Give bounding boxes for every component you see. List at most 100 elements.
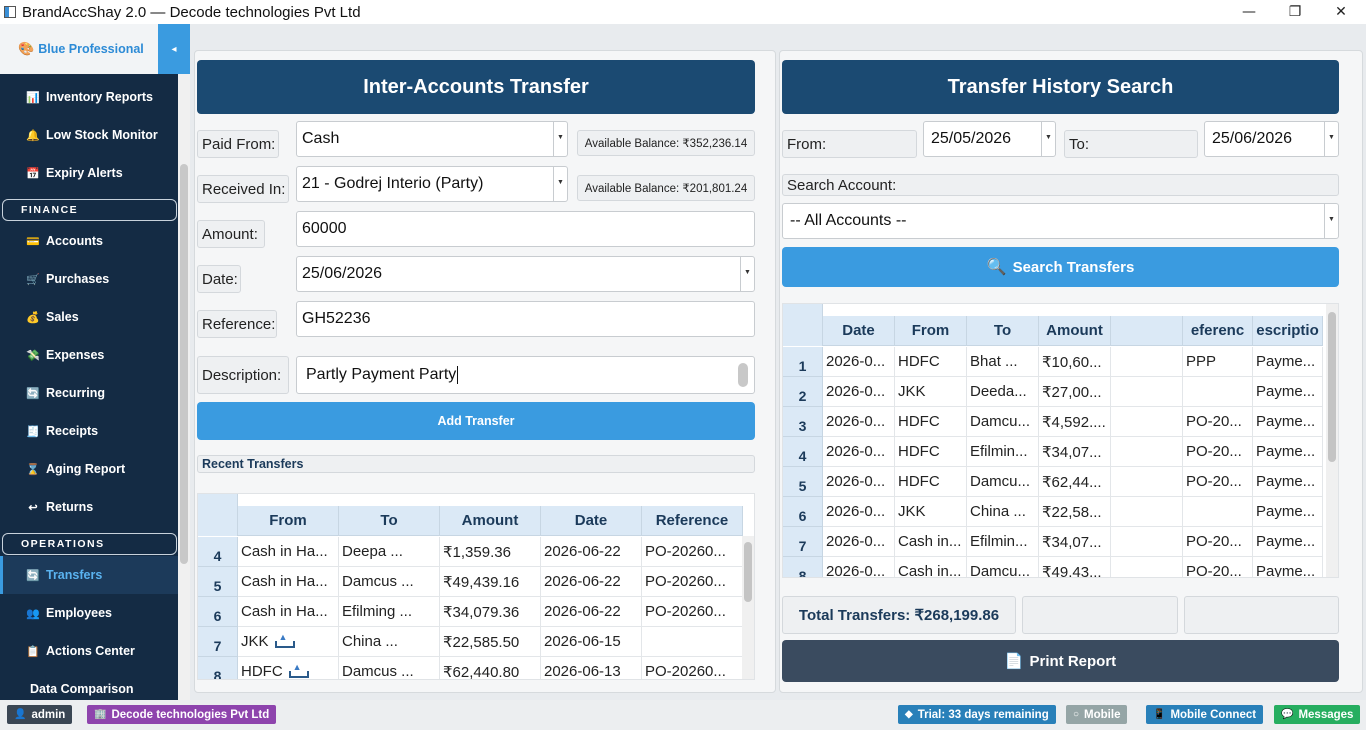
description-input[interactable]: Partly Payment Party — [296, 356, 755, 394]
date-picker[interactable]: 25/06/2026 ▼ — [296, 256, 755, 292]
table-row[interactable]: 2 2026-0... JKK Deeda... ₹27,00... Payme… — [783, 377, 1323, 407]
cell-date: 2026-0... — [823, 557, 895, 577]
sidebar-item-actions-center[interactable]: 📋 Actions Center — [0, 632, 178, 670]
column-header-date[interactable]: Date — [823, 316, 895, 345]
minimize-button[interactable]: — — [1226, 0, 1272, 24]
column-header-amount[interactable]: Amount — [440, 506, 541, 535]
phone-icon: 📱 — [1153, 709, 1166, 720]
chevron-down-icon[interactable]: ▼ — [740, 257, 754, 291]
chevron-down-icon[interactable]: ▼ — [1324, 204, 1338, 238]
cell-from: Cash in... — [895, 527, 967, 557]
history-to-date[interactable]: 25/06/2026 ▼ — [1204, 121, 1339, 157]
column-header-date[interactable]: Date — [541, 506, 642, 535]
cell-amount: ₹22,58... — [1039, 497, 1111, 527]
cell-date: 2026-0... — [823, 497, 895, 527]
sidebar-scrollbar[interactable] — [178, 74, 190, 700]
table-row[interactable]: 5 2026-0... HDFC Damcu... ₹62,44... PO-2… — [783, 467, 1323, 497]
account-select[interactable]: -- All Accounts -- ▼ — [782, 203, 1339, 239]
cell-blank — [1111, 527, 1183, 557]
received-in-select[interactable]: 21 - Godrej Interio (Party) ▼ — [296, 166, 568, 202]
row-number: 3 — [783, 407, 823, 437]
sidebar-item-sales[interactable]: 💰 Sales — [0, 298, 178, 336]
cell-amount: ₹34,079.36 — [440, 597, 541, 627]
column-header-to[interactable]: To — [339, 506, 440, 535]
sidebar-item-accounts[interactable]: 💳 Accounts — [0, 222, 178, 260]
sidebar-item-employees[interactable]: 👥 Employees — [0, 594, 178, 632]
history-table-scrollbar[interactable] — [1326, 304, 1338, 577]
sidebar-item-returns[interactable]: ↩ Returns — [0, 488, 178, 526]
table-row[interactable]: 5 Cash in Ha... Damcus ... ₹49,439.16 20… — [198, 567, 743, 597]
messages-text: Messages — [1298, 708, 1354, 721]
table-row[interactable]: 6 2026-0... JKK China ... ₹22,58... Paym… — [783, 497, 1323, 527]
table-row[interactable]: 3 2026-0... HDFC Damcu... ₹4,592.... PO-… — [783, 407, 1323, 437]
messages-chip[interactable]: 💬 Messages — [1274, 705, 1361, 724]
column-header-reference[interactable]: eferenc — [1183, 316, 1253, 345]
sidebar-item-label: Receipts — [46, 424, 99, 438]
mobile-chip[interactable]: ○ Mobile — [1066, 705, 1128, 724]
sidebar-item-expiry-alerts[interactable]: 📅 Expiry Alerts — [0, 154, 178, 192]
sidebar-scroll-thumb[interactable] — [180, 164, 188, 564]
user-chip[interactable]: 👤 admin — [7, 705, 73, 724]
sidebar-item-inventory-reports[interactable]: 📊 Inventory Reports — [0, 78, 178, 116]
recent-table-scrollbar[interactable] — [742, 536, 754, 679]
print-report-button[interactable]: 📄 Print Report — [782, 640, 1339, 682]
paid-from-select[interactable]: Cash ▼ — [296, 121, 568, 157]
chevron-down-icon[interactable]: ▼ — [1324, 122, 1338, 156]
table-row[interactable]: 1 2026-0... HDFC Bhat ... ₹10,60... PPP … — [783, 347, 1323, 377]
row-number: 4 — [198, 537, 238, 567]
row-number: 1 — [783, 347, 823, 377]
palette-icon: 🎨 — [18, 41, 35, 56]
reference-input[interactable]: GH52236 — [296, 301, 755, 337]
table-row[interactable]: 7 JKK China ... ₹22,585.50 2026-06-15 — [198, 627, 743, 657]
column-header-from[interactable]: From — [238, 506, 339, 535]
chevron-down-icon[interactable]: ▼ — [553, 122, 567, 156]
sidebar-collapse-button[interactable]: ◂ — [158, 24, 190, 74]
table-row[interactable]: 8 2026-0... Cash in... Damcu... ₹49,43..… — [783, 557, 1323, 577]
maximize-button[interactable]: ❐ — [1272, 0, 1318, 24]
sidebar-item-recurring[interactable]: 🔄 Recurring — [0, 374, 178, 412]
sidebar-item-data-comparison[interactable]: Data Comparison — [0, 670, 178, 700]
sidebar-item-purchases[interactable]: 🛒 Purchases — [0, 260, 178, 298]
history-from-date[interactable]: 25/05/2026 ▼ — [923, 121, 1056, 157]
column-header-blank[interactable] — [1111, 316, 1183, 345]
search-account-label: Search Account: — [782, 174, 1339, 196]
history-from-date-value: 25/05/2026 — [931, 130, 1012, 147]
chevron-down-icon[interactable]: ▼ — [1041, 122, 1055, 156]
history-table-scroll-thumb[interactable] — [1328, 312, 1336, 462]
column-header-description[interactable]: escriptio — [1253, 316, 1323, 345]
search-transfers-label: Search Transfers — [1012, 258, 1135, 276]
column-header-to[interactable]: To — [967, 316, 1039, 345]
add-transfer-button[interactable]: Add Transfer — [197, 402, 755, 440]
close-button[interactable]: ✕ — [1318, 0, 1364, 24]
trial-chip[interactable]: ◆ Trial: 33 days remaining — [898, 705, 1056, 724]
table-row[interactable]: 8 HDFC Damcus ... ₹62,440.80 2026-06-13 … — [198, 657, 743, 679]
search-transfers-button[interactable]: 🔍 Search Transfers — [782, 247, 1339, 287]
cell-from: HDFC — [895, 467, 967, 497]
theme-selector[interactable]: 🎨 Blue Professional — [0, 24, 158, 74]
company-chip[interactable]: 🏢 Decode technologies Pvt Ltd — [87, 705, 277, 724]
sidebar-item-expenses[interactable]: 💸 Expenses — [0, 336, 178, 374]
sidebar-item-low-stock-monitor[interactable]: 🔔 Low Stock Monitor — [0, 116, 178, 154]
sidebar-item-transfers[interactable]: 🔄 Transfers — [0, 556, 178, 594]
cell-reference: PO-20... — [1183, 467, 1253, 497]
cell-description: Payme... — [1253, 347, 1323, 377]
sidebar-item-receipts[interactable]: 🧾 Receipts — [0, 412, 178, 450]
table-row[interactable]: 6 Cash in Ha... Efilming ... ₹34,079.36 … — [198, 597, 743, 627]
table-row[interactable]: 4 Cash in Ha... Deepa ... ₹1,359.36 2026… — [198, 537, 743, 567]
calendar-icon: 📅 — [26, 167, 40, 180]
cell-date: 2026-0... — [823, 467, 895, 497]
column-header-reference[interactable]: Reference — [642, 506, 743, 535]
chevron-down-icon[interactable]: ▼ — [553, 167, 567, 201]
column-header-amount[interactable]: Amount — [1039, 316, 1111, 345]
mobile-connect-chip[interactable]: 📱 Mobile Connect — [1146, 705, 1264, 724]
description-scrollbar[interactable] — [738, 363, 748, 387]
sidebar-item-aging-report[interactable]: ⌛ Aging Report — [0, 450, 178, 488]
table-row[interactable]: 4 2026-0... HDFC Efilmin... ₹34,07... PO… — [783, 437, 1323, 467]
column-header-from[interactable]: From — [895, 316, 967, 345]
amount-input[interactable]: 60000 — [296, 211, 755, 247]
cell-to: Efilmin... — [967, 527, 1039, 557]
table-row[interactable]: 7 2026-0... Cash in... Efilmin... ₹34,07… — [783, 527, 1323, 557]
cell-reference: PPP — [1183, 347, 1253, 377]
refresh-icon: 🔄 — [26, 569, 40, 582]
recent-table-scroll-thumb[interactable] — [744, 542, 752, 602]
